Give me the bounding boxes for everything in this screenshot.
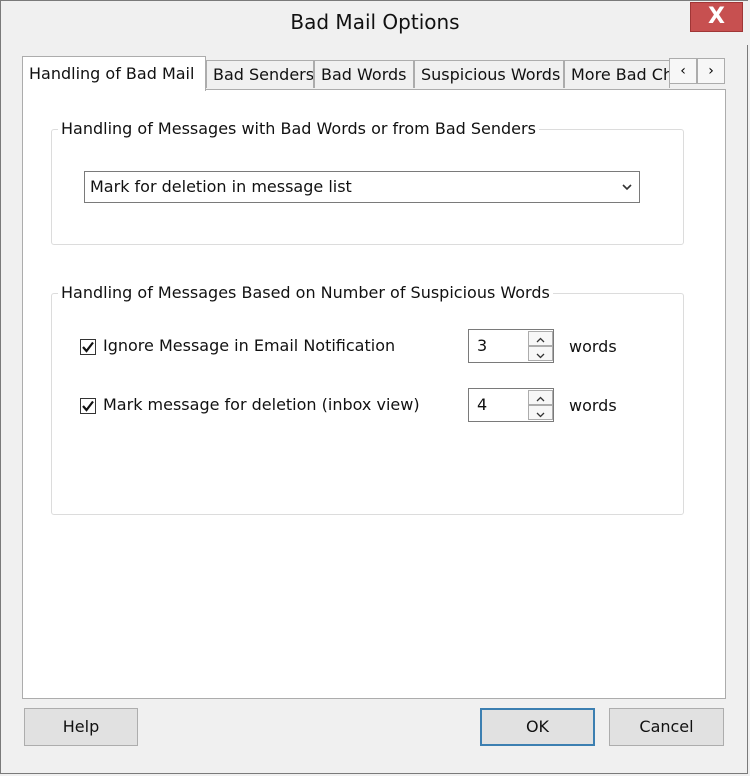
- tab-handling-of-bad-mail[interactable]: Handling of Bad Mail: [22, 56, 206, 91]
- ignore-message-label: Ignore Message in Email Notification: [103, 336, 396, 355]
- spinner-down-button[interactable]: [528, 346, 553, 361]
- group-legend: Handling of Messages Based on Number of …: [58, 283, 553, 302]
- spinner-up-button[interactable]: [528, 390, 553, 405]
- checkmark-icon: [82, 400, 94, 412]
- chevron-left-icon[interactable]: ‹: [669, 58, 697, 84]
- spinner-down-button[interactable]: [528, 405, 553, 420]
- spinner-unit-label: words: [569, 337, 617, 356]
- ignore-message-spinner[interactable]: 3: [468, 329, 554, 363]
- chevron-right-icon[interactable]: ›: [697, 58, 725, 84]
- tab-bad-words[interactable]: Bad Words: [314, 60, 414, 88]
- checkmark-icon: [82, 341, 94, 353]
- tab-scroll-buttons: ‹ ›: [669, 58, 725, 84]
- ignore-message-row: Ignore Message in Email Notification: [80, 335, 420, 359]
- tab-panel: Handling of Messages with Bad Words or f…: [22, 89, 726, 699]
- tab-suspicious-words[interactable]: Suspicious Words: [414, 60, 564, 88]
- mark-deletion-spinner[interactable]: 4: [468, 388, 554, 422]
- close-button[interactable]: X: [690, 2, 743, 32]
- chevron-down-icon: [536, 412, 545, 418]
- dropdown-value: Mark for deletion in message list: [90, 177, 352, 196]
- group-legend: Handling of Messages with Bad Words or f…: [58, 119, 539, 138]
- cancel-button[interactable]: Cancel: [609, 708, 724, 746]
- suspicious-words-group: Handling of Messages Based on Number of …: [51, 283, 684, 515]
- mark-deletion-label: Mark message for deletion (inbox view): [103, 395, 420, 414]
- spinner-up-button[interactable]: [528, 331, 553, 346]
- spinner-unit-label: words: [569, 396, 617, 415]
- mark-deletion-row: Mark message for deletion (inbox view): [80, 394, 420, 418]
- spinner-value[interactable]: 4: [477, 395, 487, 414]
- handling-dropdown[interactable]: Mark for deletion in message list: [84, 171, 640, 203]
- ok-button[interactable]: OK: [480, 708, 595, 746]
- mark-deletion-checkbox[interactable]: [80, 398, 96, 414]
- chevron-down-icon: [622, 184, 632, 191]
- spinner-value[interactable]: 3: [477, 336, 487, 355]
- tab-more-bad-characters[interactable]: More Bad Ch: [564, 60, 670, 88]
- title-bar: Bad Mail Options X: [1, 1, 749, 45]
- window-title: Bad Mail Options: [290, 10, 460, 34]
- tab-bad-senders[interactable]: Bad Senders: [206, 60, 314, 88]
- bad-words-senders-group: Handling of Messages with Bad Words or f…: [51, 119, 684, 245]
- help-button[interactable]: Help: [24, 708, 138, 746]
- ignore-message-checkbox[interactable]: [80, 339, 96, 355]
- chevron-down-icon: [536, 353, 545, 359]
